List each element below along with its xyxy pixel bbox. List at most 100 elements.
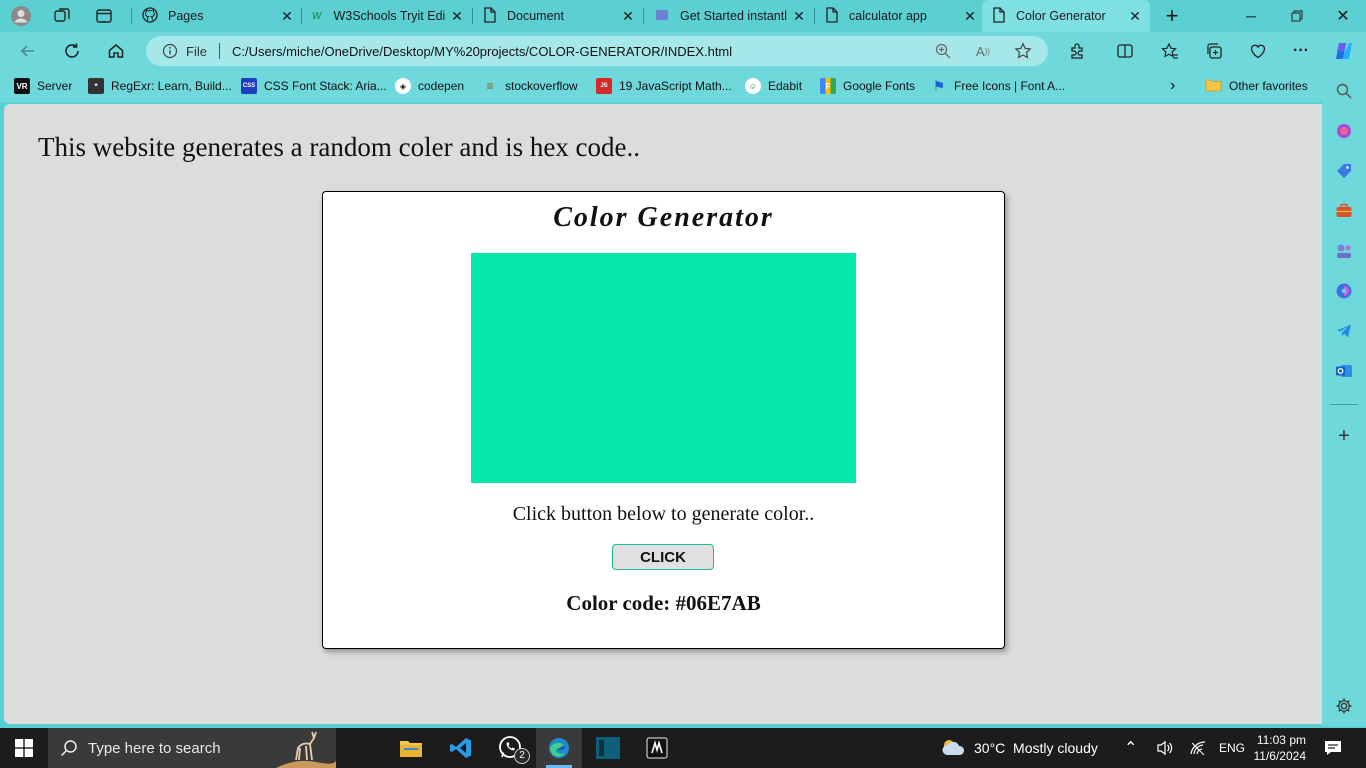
favorite-css-font-stack[interactable]: CSS CSS Font Stack: Aria... <box>241 77 387 95</box>
tools-briefcase-icon[interactable] <box>1334 201 1354 221</box>
notion-app-icon[interactable] <box>634 728 680 768</box>
tab-pages[interactable]: Pages ✕ <box>132 0 302 32</box>
regexr-icon: * <box>88 78 104 94</box>
tab-calculator-app[interactable]: calculator app ✕ <box>815 0 985 32</box>
terminal-app-icon[interactable] <box>585 728 631 768</box>
address-scheme-label: File <box>186 44 207 59</box>
file-explorer-icon[interactable] <box>388 728 434 768</box>
notifications-icon[interactable] <box>1324 728 1342 768</box>
tab-get-started[interactable]: Get Started instantl ✕ <box>644 0 814 32</box>
close-tab-icon[interactable]: ✕ <box>1128 9 1142 23</box>
vertical-tabs-icon[interactable] <box>92 4 116 28</box>
shopping-tag-icon[interactable] <box>1334 161 1354 181</box>
favorite-star-icon[interactable] <box>1012 40 1034 62</box>
close-tab-icon[interactable]: ✕ <box>280 9 294 23</box>
tab-strip: Pages ✕ W W3Schools Tryit Edi ✕ Document… <box>0 0 1366 32</box>
clock-time: 11:03 pm <box>1256 733 1306 747</box>
show-hidden-icons-chevron-icon[interactable]: ⌃ <box>1124 728 1137 768</box>
favorite-label: stockoverflow <box>505 79 578 93</box>
sidebar-settings-gear-icon[interactable] <box>1334 696 1354 716</box>
tab-w3schools[interactable]: W W3Schools Tryit Edi ✕ <box>302 0 472 32</box>
favorite-label: RegExr: Learn, Build... <box>111 79 232 93</box>
split-screen-icon[interactable] <box>1111 37 1139 65</box>
favorite-label: 19 JavaScript Math... <box>619 79 732 93</box>
close-tab-icon[interactable]: ✕ <box>792 9 806 23</box>
minimize-icon[interactable]: ─ <box>1228 0 1274 32</box>
home-icon[interactable] <box>102 37 130 65</box>
favorite-edabit[interactable]: ☺ Edabit <box>745 77 802 95</box>
codepen-icon: ◈ <box>395 78 411 94</box>
read-aloud-icon[interactable]: A)) <box>972 40 994 62</box>
favorite-label: CSS Font Stack: Aria... <box>264 79 387 93</box>
weather-widget[interactable]: 30°C Mostly cloudy <box>940 728 1098 768</box>
document-icon <box>825 6 839 26</box>
color-code-text: Color code: #06E7AB <box>566 591 761 615</box>
close-tab-icon[interactable]: ✕ <box>963 9 977 23</box>
close-tab-icon[interactable]: ✕ <box>621 9 635 23</box>
favorite-stackoverflow[interactable]: ≡ stockoverflow <box>482 77 578 95</box>
fontawesome-icon: ⚑ <box>932 77 946 94</box>
tab-label: W3Schools Tryit Edi <box>333 9 446 23</box>
restore-icon[interactable] <box>1274 0 1320 32</box>
favorite-google-fonts[interactable]: F Google Fonts <box>820 77 915 95</box>
navigation-bar: File C:/Users/miche/OneDrive/Desktop/MY%… <box>0 32 1366 70</box>
folder-icon <box>1205 78 1222 95</box>
weather-text: 30°C Mostly cloudy <box>974 740 1098 756</box>
favorite-font-awesome[interactable]: ⚑ Free Icons | Font A... <box>931 77 1065 95</box>
info-icon[interactable] <box>162 43 178 62</box>
document-icon <box>483 6 497 26</box>
games-icon[interactable] <box>1334 241 1354 261</box>
search-icon[interactable] <box>1334 81 1354 101</box>
clock-date: 11/6/2024 <box>1253 749 1307 763</box>
favorite-other-favorites[interactable]: Other favorites <box>1205 77 1308 95</box>
extensions-icon[interactable] <box>1063 37 1091 65</box>
microsoft-365-icon[interactable] <box>1334 281 1354 301</box>
favorite-label: Server <box>37 79 73 93</box>
generate-color-button[interactable]: CLICK <box>612 544 714 570</box>
favorites-icon[interactable] <box>1156 37 1184 65</box>
address-bar[interactable]: File C:/Users/miche/OneDrive/Desktop/MY%… <box>146 36 1048 66</box>
favorites-overflow-chevron-icon[interactable]: › <box>1170 77 1175 95</box>
collections-icon[interactable] <box>1200 37 1228 65</box>
other-favorites-label: Other favorites <box>1229 79 1308 93</box>
volume-icon[interactable] <box>1156 728 1174 768</box>
search-icon <box>60 739 78 760</box>
close-window-icon[interactable]: ✕ <box>1320 0 1366 32</box>
document-icon <box>992 6 1006 26</box>
address-url[interactable]: C:/Users/miche/OneDrive/Desktop/MY%20pro… <box>232 44 732 59</box>
favorite-label: codepen <box>418 79 465 93</box>
profile-avatar-icon[interactable] <box>9 4 33 28</box>
favorite-codepen[interactable]: ◈ codepen <box>395 77 464 95</box>
browser-essentials-icon[interactable] <box>1244 37 1272 65</box>
tab-label: Color Generator <box>1016 9 1106 23</box>
tab-label: Get Started instantl <box>680 9 788 23</box>
more-options-icon[interactable]: ··· <box>1287 37 1315 65</box>
new-tab-icon[interactable]: + <box>1160 3 1184 28</box>
intro-text: This website generates a random coler an… <box>38 132 641 162</box>
github-icon <box>142 6 158 26</box>
zoom-icon[interactable] <box>932 40 954 62</box>
tab-color-generator[interactable]: Color Generator ✕ <box>982 0 1150 32</box>
telegram-icon[interactable] <box>1334 321 1354 341</box>
favorite-server[interactable]: VR Server <box>14 77 72 95</box>
language-indicator[interactable]: ENG <box>1219 728 1245 768</box>
taskbar-search-box[interactable]: Type here to search <box>48 728 336 768</box>
page-viewport: This website generates a random coler an… <box>4 104 1322 724</box>
tab-document[interactable]: Document ✕ <box>473 0 643 32</box>
whatsapp-icon[interactable]: 2 <box>488 728 534 768</box>
vscode-icon[interactable] <box>438 728 484 768</box>
back-icon[interactable] <box>14 37 42 65</box>
refresh-icon[interactable] <box>58 37 86 65</box>
workspaces-icon[interactable] <box>50 4 74 28</box>
clock[interactable]: 11:03 pm 11/6/2024 <box>1253 728 1307 768</box>
copilot-sidebar-icon[interactable] <box>1334 121 1354 141</box>
favorite-regexr[interactable]: * RegExr: Learn, Build... <box>88 77 232 95</box>
copilot-icon[interactable] <box>1330 37 1358 65</box>
edge-taskbar-icon[interactable] <box>536 728 582 768</box>
add-sidebar-app-icon[interactable]: + <box>1334 425 1354 447</box>
network-icon[interactable] <box>1189 728 1207 768</box>
windows-start-icon[interactable] <box>0 728 48 768</box>
close-tab-icon[interactable]: ✕ <box>450 9 464 23</box>
outlook-icon[interactable] <box>1334 361 1354 381</box>
favorite-js-math[interactable]: JS 19 JavaScript Math... <box>596 77 732 95</box>
